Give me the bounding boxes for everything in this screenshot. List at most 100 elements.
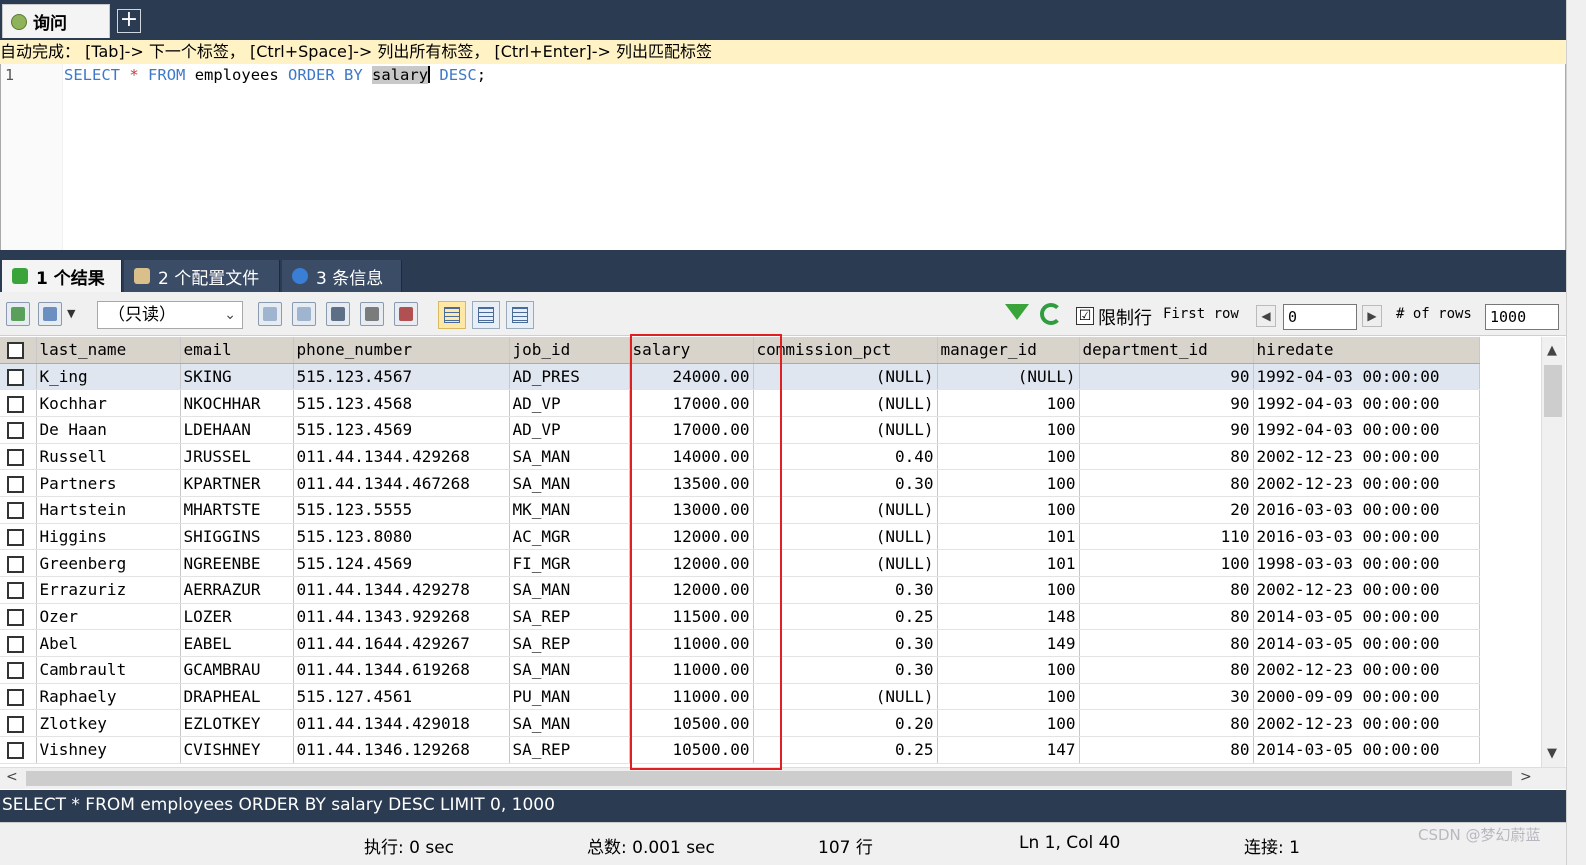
cell-job-id[interactable]: AD_PRES [509, 363, 630, 391]
cell-salary[interactable]: 17000.00 [629, 389, 754, 417]
refresh-icon[interactable] [1040, 303, 1062, 325]
cell-department-id[interactable]: 110 [1079, 523, 1254, 551]
cell-salary[interactable]: 12000.00 [629, 549, 754, 577]
cell-phone-number[interactable]: 011.44.1344.429268 [293, 443, 510, 471]
cell-last-name[interactable]: Errazuriz [36, 576, 181, 604]
cell-last-name[interactable]: Kochhar [36, 389, 181, 417]
row-checkbox[interactable] [7, 742, 24, 760]
cell-hiredate[interactable]: 2014-03-05 00:00:00 [1253, 736, 1480, 764]
duplicate-row-button[interactable] [292, 302, 316, 326]
row-checkbox[interactable] [7, 689, 24, 707]
cell-department-id[interactable]: 30 [1079, 683, 1254, 711]
cell-commission-pct[interactable]: 0.30 [753, 469, 938, 497]
row-select-cell[interactable] [0, 363, 37, 391]
cell-commission-pct[interactable]: 0.30 [753, 629, 938, 658]
cell-department-id[interactable]: 80 [1079, 629, 1254, 658]
select-all-header[interactable] [0, 337, 37, 364]
column-header[interactable]: department_id [1079, 337, 1254, 364]
insert-row-button[interactable] [258, 302, 282, 326]
cell-commission-pct[interactable]: 0.30 [753, 576, 938, 604]
cell-commission-pct[interactable]: 0.40 [753, 443, 938, 471]
table-row[interactable]: Higgins SHIGGINS 515.123.8080 AC_MGR 12000.0… [0, 523, 1480, 551]
cell-last-name[interactable]: Cambrault [36, 656, 181, 684]
cell-department-id[interactable]: 80 [1079, 443, 1254, 471]
new-tab-button[interactable]: + [117, 9, 141, 33]
cell-salary[interactable]: 12000.00 [629, 523, 754, 551]
table-row[interactable]: K_ing SKING 515.123.4567 AD_PRES 24000.00 (NU… [0, 363, 1480, 391]
cell-manager-id[interactable]: 100 [937, 683, 1080, 711]
column-header[interactable]: phone_number [293, 337, 510, 364]
cell-salary[interactable]: 11000.00 [629, 683, 754, 711]
cell-hiredate[interactable]: 2002-12-23 00:00:00 [1253, 656, 1480, 684]
cell-department-id[interactable]: 80 [1079, 736, 1254, 764]
cell-commission-pct[interactable]: (NULL) [753, 683, 938, 711]
discard-changes-button[interactable] [394, 302, 418, 326]
cell-salary[interactable]: 10500.00 [629, 736, 754, 764]
cell-email[interactable]: NGREENBE [180, 549, 294, 577]
cell-last-name[interactable]: Abel [36, 629, 181, 658]
tab-results[interactable]: 1 个结果 [2, 260, 122, 292]
cell-salary[interactable]: 11500.00 [629, 603, 754, 631]
row-checkbox[interactable] [7, 635, 24, 653]
previous-page-button[interactable]: ◀ [1256, 305, 1276, 327]
cell-manager-id[interactable]: 100 [937, 416, 1080, 444]
import-button[interactable] [38, 302, 62, 326]
cell-salary[interactable]: 11000.00 [629, 629, 754, 658]
row-select-cell[interactable] [0, 496, 37, 524]
cell-phone-number[interactable]: 515.123.4569 [293, 416, 510, 444]
cell-email[interactable]: EZLOTKEY [180, 709, 294, 738]
cell-phone-number[interactable]: 515.123.4568 [293, 389, 510, 417]
cell-job-id[interactable]: AD_VP [509, 389, 630, 417]
cell-last-name[interactable]: K_ing [36, 363, 181, 391]
cell-department-id[interactable]: 80 [1079, 709, 1254, 738]
cell-phone-number[interactable]: 011.44.1346.129268 [293, 736, 510, 764]
cell-phone-number[interactable]: 011.44.1343.929268 [293, 603, 510, 631]
cell-department-id[interactable]: 80 [1079, 656, 1254, 684]
row-checkbox[interactable] [7, 422, 24, 440]
cell-last-name[interactable]: Ozer [36, 603, 181, 631]
cell-phone-number[interactable]: 515.124.4569 [293, 549, 510, 577]
sql-editor[interactable]: 1 SELECT * FROM employees ORDER BY salar… [0, 64, 1566, 250]
cell-salary[interactable]: 10500.00 [629, 709, 754, 738]
cell-job-id[interactable]: AD_VP [509, 416, 630, 444]
table-row[interactable]: Errazuriz AERRAZUR 011.44.1344.429278 SA_MA… [0, 576, 1480, 604]
tab-query[interactable]: 询问 [2, 4, 110, 38]
table-row[interactable]: Vishney CVISHNEY 011.44.1346.129268 SA_REP 1… [0, 736, 1480, 764]
cell-commission-pct[interactable]: (NULL) [753, 416, 938, 444]
cell-commission-pct[interactable]: 0.20 [753, 709, 938, 738]
row-select-cell[interactable] [0, 576, 37, 604]
cell-email[interactable]: KPARTNER [180, 469, 294, 497]
cell-department-id[interactable]: 80 [1079, 469, 1254, 497]
cell-manager-id[interactable]: 101 [937, 549, 1080, 577]
row-checkbox[interactable] [7, 555, 24, 573]
cell-department-id[interactable]: 90 [1079, 416, 1254, 444]
cell-manager-id[interactable]: 100 [937, 469, 1080, 497]
vertical-scrollbar[interactable]: ▲ ▼ [1541, 337, 1565, 767]
row-checkbox[interactable] [7, 395, 24, 413]
cell-salary[interactable]: 11000.00 [629, 656, 754, 684]
column-header[interactable]: email [180, 337, 294, 364]
cell-commission-pct[interactable]: (NULL) [753, 523, 938, 551]
export-button[interactable] [6, 302, 30, 326]
cell-phone-number[interactable]: 011.44.1344.619268 [293, 656, 510, 684]
save-button[interactable] [326, 302, 350, 326]
cell-job-id[interactable]: FI_MGR [509, 549, 630, 577]
column-header[interactable]: manager_id [937, 337, 1080, 364]
cell-department-id[interactable]: 80 [1079, 576, 1254, 604]
cell-commission-pct[interactable]: 0.30 [753, 656, 938, 684]
table-row[interactable]: Zlotkey EZLOTKEY 011.44.1344.429018 SA_MAN 1… [0, 709, 1480, 738]
cell-manager-id[interactable]: 100 [937, 576, 1080, 604]
cell-commission-pct[interactable]: 0.25 [753, 736, 938, 764]
cell-email[interactable]: AERRAZUR [180, 576, 294, 604]
column-header[interactable]: salary [629, 337, 754, 364]
cell-job-id[interactable]: SA_REP [509, 736, 630, 764]
dropdown-arrow-icon[interactable]: ▼ [67, 307, 75, 320]
sql-code[interactable]: SELECT * FROM employees ORDER BY salary … [64, 66, 486, 84]
row-select-cell[interactable] [0, 416, 37, 444]
cell-hiredate[interactable]: 2002-12-23 00:00:00 [1253, 576, 1480, 604]
cell-job-id[interactable]: SA_REP [509, 629, 630, 658]
cell-department-id[interactable]: 20 [1079, 496, 1254, 524]
table-row[interactable]: Cambrault GCAMBRAU 011.44.1344.619268 SA_MA… [0, 656, 1480, 684]
table-row[interactable]: Kochhar NKOCHHAR 515.123.4568 AD_VP 17000.00… [0, 389, 1480, 417]
cell-last-name[interactable]: Raphaely [36, 683, 181, 711]
